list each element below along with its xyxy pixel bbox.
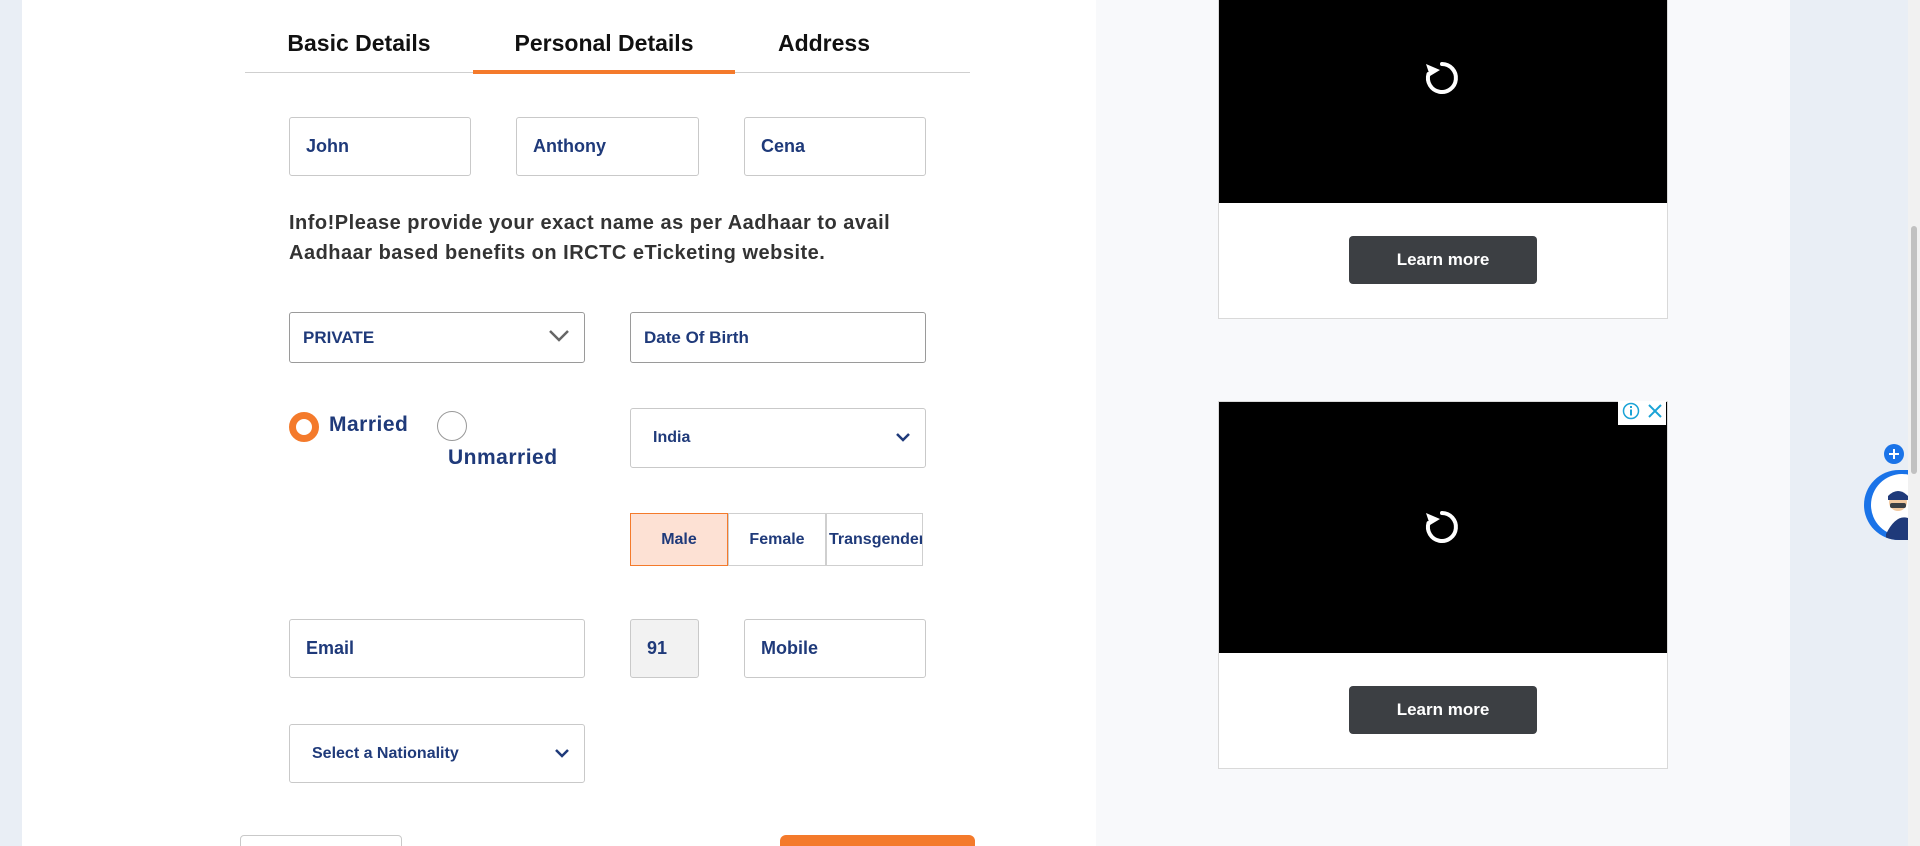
left-gutter	[22, 0, 120, 846]
back-button[interactable]	[240, 835, 402, 846]
unmarried-label: Unmarried	[448, 446, 558, 469]
chevron-down-icon	[548, 328, 570, 348]
ad-learn-more-button[interactable]: Learn more	[1349, 686, 1537, 734]
first-name-value: John	[306, 136, 349, 156]
dob-placeholder: Date Of Birth	[644, 327, 749, 347]
info-icon[interactable]	[1622, 402, 1640, 425]
info-line-2: Aadhaar based benefits on IRCTC eTicketi…	[289, 242, 826, 264]
mobile-input[interactable]: Mobile	[744, 619, 926, 678]
chevron-down-icon	[895, 429, 911, 447]
gender-male-button[interactable]: Male	[630, 513, 728, 566]
scrollbar-thumb[interactable]	[1911, 226, 1917, 474]
nationality-select[interactable]: Select a Nationality	[289, 724, 585, 783]
gender-transgender-button[interactable]: Transgender	[826, 513, 923, 566]
ad-learn-more-button[interactable]: Learn more	[1349, 236, 1537, 284]
replay-icon[interactable]	[1420, 505, 1464, 554]
right-gutter	[1790, 0, 1920, 846]
close-icon[interactable]	[1647, 403, 1663, 424]
tab-basic-details[interactable]: Basic Details	[274, 26, 444, 72]
middle-name-value: Anthony	[533, 136, 606, 156]
mobile-placeholder: Mobile	[761, 638, 818, 658]
ad-choices-bar	[1618, 401, 1666, 425]
tab-personal-details[interactable]: Personal Details	[498, 26, 710, 72]
country-select[interactable]: India	[630, 408, 926, 468]
gender-female-button[interactable]: Female	[728, 513, 826, 566]
dob-input[interactable]: Date Of Birth	[630, 312, 926, 363]
info-line-1: Info!Please provide your exact name as p…	[289, 212, 891, 234]
tab-active-indicator	[473, 70, 735, 74]
ad-learn-more-label: Learn more	[1396, 250, 1490, 269]
married-label: Married	[329, 413, 409, 436]
occupation-value: PRIVATE	[303, 327, 375, 347]
last-name-input[interactable]: Cena	[744, 117, 926, 176]
email-input[interactable]: Email	[289, 619, 585, 678]
tab-address[interactable]: Address	[765, 26, 883, 72]
gender-transgender-label: Transgender	[829, 530, 923, 548]
married-radio[interactable]	[289, 412, 319, 442]
last-name-value: Cena	[761, 136, 806, 156]
replay-icon[interactable]	[1420, 56, 1464, 105]
unmarried-radio[interactable]	[437, 411, 467, 441]
continue-button[interactable]	[780, 835, 975, 846]
isd-code-field: 91	[630, 619, 699, 678]
isd-code-value: 91	[647, 638, 668, 658]
chevron-down-icon	[554, 745, 570, 763]
email-placeholder: Email	[306, 638, 355, 658]
country-value: India	[653, 429, 691, 446]
aadhaar-info-text: Info!Please provide your exact name as p…	[289, 208, 949, 268]
nationality-value: Select a Nationality	[312, 744, 459, 762]
occupation-select[interactable]: PRIVATE	[289, 312, 585, 363]
ad-learn-more-label: Learn more	[1396, 700, 1490, 719]
first-name-input[interactable]: John	[289, 117, 471, 176]
gender-female-label: Female	[749, 530, 805, 548]
plus-icon[interactable]	[1884, 444, 1904, 464]
middle-name-input[interactable]: Anthony	[516, 117, 699, 176]
gender-male-label: Male	[661, 530, 697, 548]
